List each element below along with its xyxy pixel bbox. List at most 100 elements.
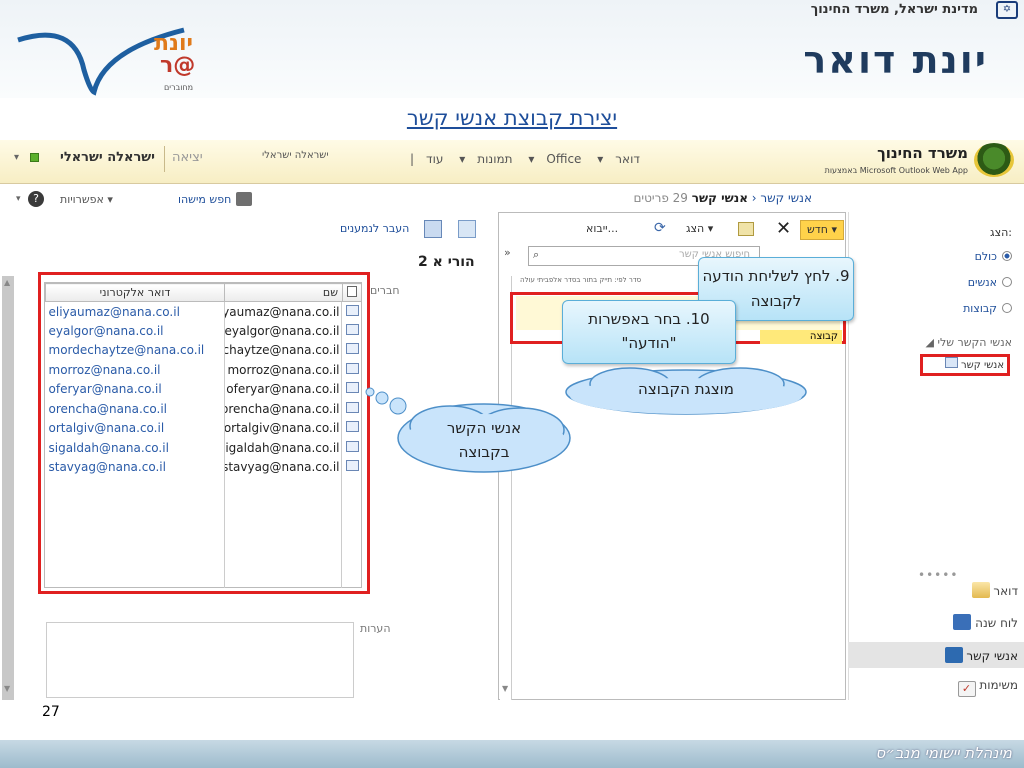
- member-name[interactable]: igaldah@nana.co.il: [225, 438, 343, 458]
- member-name[interactable]: yaumaz@nana.co.il: [225, 302, 343, 322]
- nav-office[interactable]: Office: [546, 152, 581, 166]
- search-icon[interactable]: ⌕: [533, 248, 539, 262]
- calendar-icon[interactable]: [424, 220, 442, 238]
- member-name[interactable]: chaytze@nana.co.il: [225, 341, 343, 361]
- calendar-icon: [953, 614, 972, 630]
- table-row[interactable]: chaytze@nana.co.il mordechaytze@nana.co.i…: [46, 341, 362, 361]
- tasks-icon: ✓: [957, 681, 976, 697]
- table-row[interactable]: stavyag@nana.co.il stavyag@nana.co.il: [46, 458, 362, 478]
- user-small: ישראלה ישראלי: [262, 150, 329, 161]
- delete-button[interactable]: ✕: [776, 218, 791, 239]
- owa-brand-sub: באמצעות Microsoft Outlook Web App: [824, 166, 968, 175]
- filter-people[interactable]: אנשים: [968, 276, 1012, 289]
- my-contacts-header[interactable]: ◢ אנשי הקשר שלי: [926, 336, 1012, 349]
- col-icon[interactable]: [342, 283, 362, 302]
- scroll-down-icon[interactable]: ▼: [502, 684, 508, 693]
- member-email[interactable]: sigaldah@nana.co.il: [46, 438, 225, 458]
- members-table: שם דואר אלקטרוני yaumaz@nana.co.il eliyau…: [45, 283, 362, 477]
- member-email[interactable]: morroz@nana.co.il: [46, 360, 225, 380]
- contact-card-icon: [343, 438, 362, 458]
- contact-card-icon: [343, 419, 362, 439]
- options-menu[interactable]: אפשרויות ▾: [60, 193, 113, 206]
- cloud-members-text: אנשי הקשר בקבוצה: [446, 419, 522, 461]
- nav-photos[interactable]: תמונות: [477, 152, 512, 166]
- member-email[interactable]: ortalgiv@nana.co.il: [46, 419, 225, 439]
- module-tasks[interactable]: משימות ✓: [900, 678, 1018, 697]
- contacts-folder[interactable]: אנשי קשר: [928, 357, 1004, 371]
- contact-card-icon: [343, 321, 362, 341]
- member-email[interactable]: eyalgor@nana.co.il: [46, 321, 225, 341]
- top-nav: דואר▾ Office▾ תמונות▾ עוד|: [410, 152, 640, 166]
- callout-step10: 10. בחר באפשרות "הודעה": [562, 300, 736, 364]
- collapse-icon[interactable]: »: [504, 246, 511, 259]
- breadcrumb-root[interactable]: אנשי קשר: [760, 191, 812, 205]
- scrollbar[interactable]: [2, 276, 14, 700]
- member-email[interactable]: stavyag@nana.co.il: [46, 458, 225, 478]
- more-dots[interactable]: •••••: [918, 568, 958, 582]
- import-button[interactable]: ייבוא...: [586, 222, 618, 235]
- table-row[interactable]: oferyar@nana.co.il oferyar@nana.co.il: [46, 380, 362, 400]
- scroll-up-icon[interactable]: ▲: [4, 278, 10, 287]
- member-email[interactable]: eliyaumaz@nana.co.il: [46, 302, 225, 322]
- user-name[interactable]: ישראלה ישראלי: [60, 150, 155, 165]
- member-email[interactable]: orencha@nana.co.il: [46, 399, 225, 419]
- owa-brand: משרד החינוך: [877, 144, 968, 162]
- item-count: 29 פריטים: [633, 191, 688, 205]
- contact-card-icon: [343, 302, 362, 322]
- member-name[interactable]: oferyar@nana.co.il: [225, 380, 343, 400]
- member-name[interactable]: ortalgiv@nana.co.il: [225, 419, 343, 439]
- member-name[interactable]: morroz@nana.co.il: [225, 360, 343, 380]
- svg-text:כל ההורים מחוברים: כל ההורים מחוברים: [164, 83, 194, 92]
- gov-header: מדינת ישראל, משרד החינוך: [810, 2, 978, 17]
- divider: [164, 146, 165, 172]
- table-row[interactable]: yaumaz@nana.co.il eliyaumaz@nana.co.il: [46, 302, 362, 322]
- col-email[interactable]: דואר אלקטרוני: [45, 283, 225, 302]
- nav-mail[interactable]: דואר: [615, 152, 640, 166]
- status-icon[interactable]: [30, 153, 39, 162]
- column-divider: [224, 302, 225, 588]
- new-button[interactable]: חדש ▾: [800, 220, 844, 240]
- filter-all[interactable]: כולם: [975, 250, 1012, 263]
- table-row[interactable]: igaldah@nana.co.il sigaldah@nana.co.il: [46, 438, 362, 458]
- member-email[interactable]: mordechaytze@nana.co.il: [46, 341, 225, 361]
- help-icon[interactable]: ?: [28, 191, 44, 207]
- contact-card-icon: [343, 360, 362, 380]
- view-menu[interactable]: הצג ▾: [686, 222, 713, 235]
- sort-line[interactable]: סדר לפי: תייק בתור בסדר אלפביתי עולה: [520, 276, 641, 284]
- page-title: יונת דואר: [803, 38, 988, 82]
- chevron-down-icon[interactable]: ▾: [14, 152, 19, 163]
- scroll-down-icon[interactable]: ▼: [4, 684, 10, 693]
- cloud-group-text: מוצגת הקבוצה: [638, 380, 734, 398]
- contacts-icon: [944, 647, 963, 663]
- member-name[interactable]: stavyag@nana.co.il: [225, 458, 343, 478]
- slide-subtitle: יצירת קבוצת אנשי קשר: [406, 106, 618, 130]
- member-email[interactable]: oferyar@nana.co.il: [46, 380, 225, 400]
- address-book-icon[interactable]: [236, 192, 252, 206]
- table-row[interactable]: eyalgor@nana.co.il eyalgor@nana.co.il: [46, 321, 362, 341]
- forward-to-recipients[interactable]: העבר לנמענים: [340, 222, 409, 235]
- nav-more[interactable]: עוד: [426, 152, 443, 166]
- signout-link[interactable]: יציאה: [172, 150, 203, 165]
- col-name[interactable]: שם: [224, 283, 343, 302]
- table-row[interactable]: morroz@nana.co.il morroz@nana.co.il: [46, 360, 362, 380]
- mail-icon: [971, 582, 990, 598]
- contact-card-icon: [343, 341, 362, 361]
- module-calendar[interactable]: לוח שנה: [900, 614, 1018, 630]
- save-icon[interactable]: [458, 220, 476, 238]
- member-name[interactable]: eyalgor@nana.co.il: [225, 321, 343, 341]
- search-person-link[interactable]: חפש מישהו: [178, 193, 231, 206]
- footer-bar: [0, 740, 1024, 768]
- table-row[interactable]: ortalgiv@nana.co.il ortalgiv@nana.co.il: [46, 419, 362, 439]
- group-name: הורי א 2: [418, 254, 475, 270]
- member-name[interactable]: orencha@nana.co.il: [225, 399, 343, 419]
- module-mail[interactable]: דואר: [928, 582, 1018, 598]
- filter-groups[interactable]: קבוצות: [963, 302, 1012, 315]
- breadcrumb-current: אנשי קשר: [691, 191, 748, 205]
- page-number: 27: [42, 704, 60, 720]
- table-row[interactable]: orencha@nana.co.il orencha@nana.co.il: [46, 399, 362, 419]
- refresh-icon[interactable]: ⟳: [654, 220, 666, 236]
- chevron-down-icon[interactable]: ▾: [16, 194, 21, 204]
- module-contacts[interactable]: אנשי קשר: [900, 647, 1018, 663]
- notes-field[interactable]: [46, 622, 354, 698]
- move-icon[interactable]: [738, 222, 754, 236]
